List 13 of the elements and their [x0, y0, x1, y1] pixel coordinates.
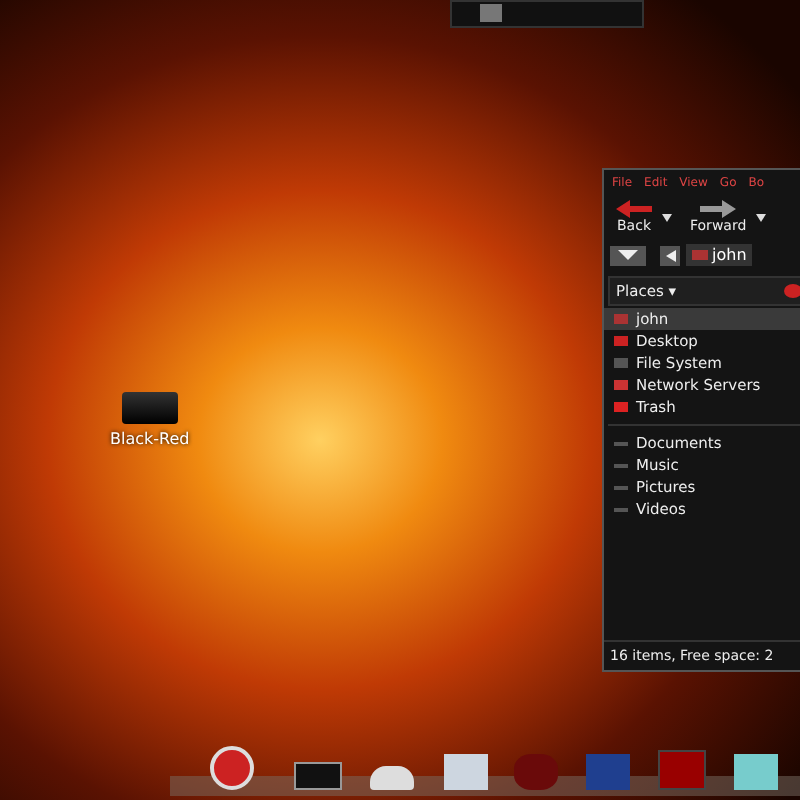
caret-icon: [665, 249, 675, 261]
arrow-icon: [700, 200, 737, 218]
dropdown-arrow-icon[interactable]: [756, 213, 767, 221]
folder-icon[interactable]: [121, 392, 178, 424]
folder-icon: [692, 250, 708, 260]
caret-icon: [618, 250, 638, 260]
dropdown-arrow-icon[interactable]: [662, 213, 672, 221]
location-toggle-button[interactable]: [610, 245, 646, 265]
arrow-icon: [616, 200, 652, 218]
scroll-left-button[interactable]: [660, 245, 680, 265]
path-button[interactable]: john: [686, 244, 753, 266]
close-sidebar-icon[interactable]: [784, 284, 800, 298]
terminal-icon[interactable]: [294, 762, 342, 790]
